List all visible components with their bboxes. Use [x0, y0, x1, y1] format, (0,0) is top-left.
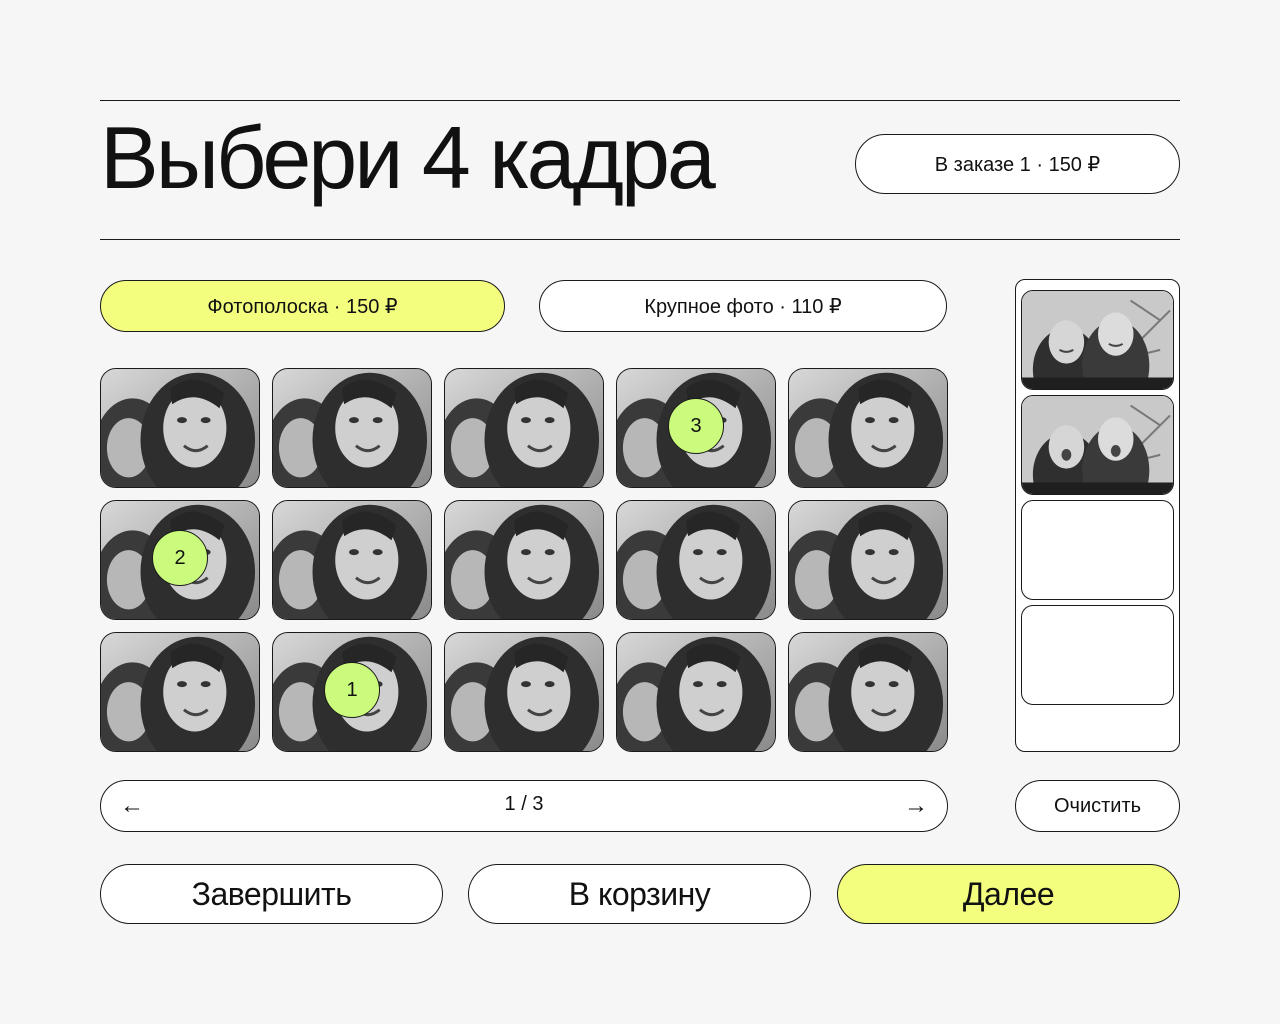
- photo-thumbnail[interactable]: [788, 632, 948, 752]
- photo-thumbnail[interactable]: [444, 500, 604, 620]
- selection-order-badge: 2: [152, 530, 208, 586]
- photo-thumbnail[interactable]: [616, 632, 776, 752]
- strip-preview: [1015, 279, 1180, 752]
- page-indicator: 1 / 3: [504, 793, 544, 815]
- clear-button[interactable]: Очистить: [1015, 780, 1180, 832]
- photo-thumbnail[interactable]: [616, 500, 776, 620]
- photo-thumbnail[interactable]: [100, 368, 260, 488]
- next-button[interactable]: Далее: [837, 864, 1180, 924]
- photo-thumbnail[interactable]: [444, 368, 604, 488]
- arrow-right-icon[interactable]: →: [901, 792, 931, 820]
- pagination: ← 1 / 3 →: [100, 780, 948, 832]
- strip-slot-empty[interactable]: [1021, 605, 1174, 705]
- strip-slot-empty[interactable]: [1021, 500, 1174, 600]
- photo-thumbnail[interactable]: [100, 632, 260, 752]
- selection-order-badge: 3: [668, 398, 724, 454]
- strip-slot-filled[interactable]: [1021, 290, 1174, 390]
- photo-thumbnail[interactable]: [444, 632, 604, 752]
- photo-thumbnail[interactable]: [272, 500, 432, 620]
- photo-grid: 1 2 3: [100, 368, 948, 752]
- top-divider: [100, 100, 1180, 101]
- header-divider: [100, 239, 1180, 240]
- page-title: Выбери 4 кадра: [100, 108, 716, 207]
- tab-photostrip[interactable]: Фотополоска · 150 ₽: [100, 280, 505, 332]
- selection-order-badge: 1: [324, 662, 380, 718]
- order-summary-badge[interactable]: В заказе 1 · 150 ₽: [855, 134, 1180, 194]
- tab-large-photo[interactable]: Крупное фото · 110 ₽: [539, 280, 947, 332]
- photo-thumbnail[interactable]: [788, 500, 948, 620]
- photo-thumbnail[interactable]: [272, 368, 432, 488]
- strip-slot-filled[interactable]: [1021, 395, 1174, 495]
- finish-button[interactable]: Завершить: [100, 864, 443, 924]
- add-to-cart-button[interactable]: В корзину: [468, 864, 811, 924]
- photo-thumbnail[interactable]: [788, 368, 948, 488]
